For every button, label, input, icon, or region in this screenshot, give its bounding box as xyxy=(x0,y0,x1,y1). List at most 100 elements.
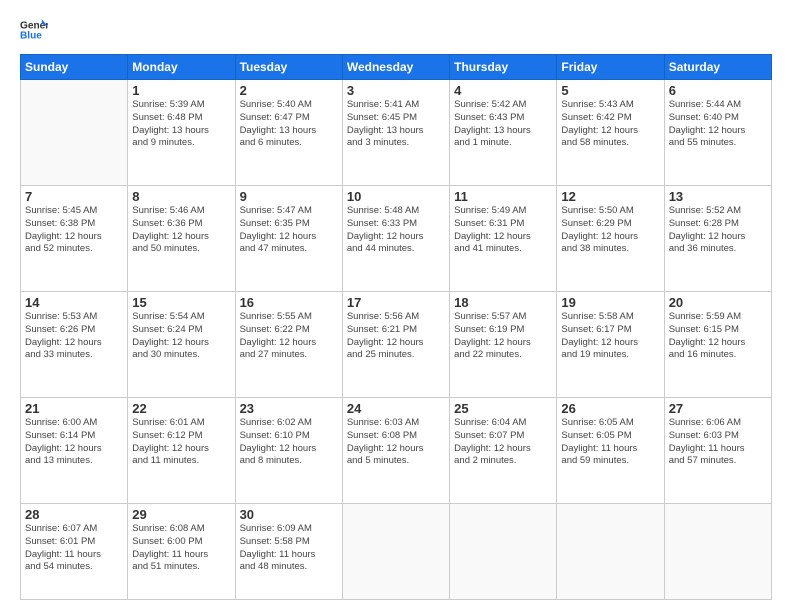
day-number: 21 xyxy=(25,401,123,416)
day-info: Sunrise: 5:39 AMSunset: 6:48 PMDaylight:… xyxy=(132,99,230,150)
weekday-wednesday: Wednesday xyxy=(342,55,449,80)
calendar-cell: 23Sunrise: 6:02 AMSunset: 6:10 PMDayligh… xyxy=(235,398,342,504)
day-info: Sunrise: 5:46 AMSunset: 6:36 PMDaylight:… xyxy=(132,205,230,256)
day-number: 19 xyxy=(561,295,659,310)
calendar-cell: 7Sunrise: 5:45 AMSunset: 6:38 PMDaylight… xyxy=(21,186,128,292)
day-info: Sunrise: 5:54 AMSunset: 6:24 PMDaylight:… xyxy=(132,311,230,362)
calendar-cell: 9Sunrise: 5:47 AMSunset: 6:35 PMDaylight… xyxy=(235,186,342,292)
day-number: 29 xyxy=(132,507,230,522)
day-info: Sunrise: 5:52 AMSunset: 6:28 PMDaylight:… xyxy=(669,205,767,256)
calendar-cell: 17Sunrise: 5:56 AMSunset: 6:21 PMDayligh… xyxy=(342,292,449,398)
day-number: 11 xyxy=(454,189,552,204)
day-info: Sunrise: 5:43 AMSunset: 6:42 PMDaylight:… xyxy=(561,99,659,150)
calendar-cell: 4Sunrise: 5:42 AMSunset: 6:43 PMDaylight… xyxy=(450,80,557,186)
calendar-cell: 3Sunrise: 5:41 AMSunset: 6:45 PMDaylight… xyxy=(342,80,449,186)
day-number: 30 xyxy=(240,507,338,522)
calendar-cell: 10Sunrise: 5:48 AMSunset: 6:33 PMDayligh… xyxy=(342,186,449,292)
day-number: 16 xyxy=(240,295,338,310)
calendar-cell: 19Sunrise: 5:58 AMSunset: 6:17 PMDayligh… xyxy=(557,292,664,398)
calendar-cell: 18Sunrise: 5:57 AMSunset: 6:19 PMDayligh… xyxy=(450,292,557,398)
calendar-cell: 8Sunrise: 5:46 AMSunset: 6:36 PMDaylight… xyxy=(128,186,235,292)
day-info: Sunrise: 6:04 AMSunset: 6:07 PMDaylight:… xyxy=(454,417,552,468)
day-number: 22 xyxy=(132,401,230,416)
day-number: 20 xyxy=(669,295,767,310)
day-info: Sunrise: 6:07 AMSunset: 6:01 PMDaylight:… xyxy=(25,523,123,574)
calendar-cell: 6Sunrise: 5:44 AMSunset: 6:40 PMDaylight… xyxy=(664,80,771,186)
day-number: 4 xyxy=(454,83,552,98)
day-info: Sunrise: 6:01 AMSunset: 6:12 PMDaylight:… xyxy=(132,417,230,468)
day-info: Sunrise: 6:03 AMSunset: 6:08 PMDaylight:… xyxy=(347,417,445,468)
day-info: Sunrise: 5:50 AMSunset: 6:29 PMDaylight:… xyxy=(561,205,659,256)
day-number: 3 xyxy=(347,83,445,98)
weekday-header-row: SundayMondayTuesdayWednesdayThursdayFrid… xyxy=(21,55,772,80)
calendar-cell xyxy=(664,504,771,600)
day-number: 14 xyxy=(25,295,123,310)
weekday-friday: Friday xyxy=(557,55,664,80)
day-info: Sunrise: 6:02 AMSunset: 6:10 PMDaylight:… xyxy=(240,417,338,468)
week-row-5: 28Sunrise: 6:07 AMSunset: 6:01 PMDayligh… xyxy=(21,504,772,600)
calendar-cell: 20Sunrise: 5:59 AMSunset: 6:15 PMDayligh… xyxy=(664,292,771,398)
calendar-cell: 12Sunrise: 5:50 AMSunset: 6:29 PMDayligh… xyxy=(557,186,664,292)
weekday-thursday: Thursday xyxy=(450,55,557,80)
week-row-1: 1Sunrise: 5:39 AMSunset: 6:48 PMDaylight… xyxy=(21,80,772,186)
calendar-cell: 29Sunrise: 6:08 AMSunset: 6:00 PMDayligh… xyxy=(128,504,235,600)
day-number: 18 xyxy=(454,295,552,310)
calendar-cell: 27Sunrise: 6:06 AMSunset: 6:03 PMDayligh… xyxy=(664,398,771,504)
day-number: 24 xyxy=(347,401,445,416)
logo-icon: General Blue xyxy=(20,16,48,44)
day-number: 6 xyxy=(669,83,767,98)
calendar-cell xyxy=(450,504,557,600)
day-info: Sunrise: 5:59 AMSunset: 6:15 PMDaylight:… xyxy=(669,311,767,362)
day-info: Sunrise: 6:09 AMSunset: 5:58 PMDaylight:… xyxy=(240,523,338,574)
day-number: 5 xyxy=(561,83,659,98)
calendar-cell: 15Sunrise: 5:54 AMSunset: 6:24 PMDayligh… xyxy=(128,292,235,398)
day-number: 7 xyxy=(25,189,123,204)
calendar-cell: 2Sunrise: 5:40 AMSunset: 6:47 PMDaylight… xyxy=(235,80,342,186)
day-info: Sunrise: 5:55 AMSunset: 6:22 PMDaylight:… xyxy=(240,311,338,362)
day-info: Sunrise: 5:48 AMSunset: 6:33 PMDaylight:… xyxy=(347,205,445,256)
day-info: Sunrise: 5:44 AMSunset: 6:40 PMDaylight:… xyxy=(669,99,767,150)
day-info: Sunrise: 5:42 AMSunset: 6:43 PMDaylight:… xyxy=(454,99,552,150)
calendar-cell: 26Sunrise: 6:05 AMSunset: 6:05 PMDayligh… xyxy=(557,398,664,504)
day-info: Sunrise: 6:05 AMSunset: 6:05 PMDaylight:… xyxy=(561,417,659,468)
day-number: 27 xyxy=(669,401,767,416)
day-info: Sunrise: 5:58 AMSunset: 6:17 PMDaylight:… xyxy=(561,311,659,362)
day-number: 13 xyxy=(669,189,767,204)
calendar-cell xyxy=(557,504,664,600)
logo: General Blue xyxy=(20,16,48,44)
calendar-cell: 25Sunrise: 6:04 AMSunset: 6:07 PMDayligh… xyxy=(450,398,557,504)
day-info: Sunrise: 5:40 AMSunset: 6:47 PMDaylight:… xyxy=(240,99,338,150)
day-number: 25 xyxy=(454,401,552,416)
calendar-cell: 21Sunrise: 6:00 AMSunset: 6:14 PMDayligh… xyxy=(21,398,128,504)
calendar-cell: 13Sunrise: 5:52 AMSunset: 6:28 PMDayligh… xyxy=(664,186,771,292)
day-info: Sunrise: 5:49 AMSunset: 6:31 PMDaylight:… xyxy=(454,205,552,256)
day-info: Sunrise: 6:06 AMSunset: 6:03 PMDaylight:… xyxy=(669,417,767,468)
day-info: Sunrise: 6:08 AMSunset: 6:00 PMDaylight:… xyxy=(132,523,230,574)
day-number: 15 xyxy=(132,295,230,310)
weekday-sunday: Sunday xyxy=(21,55,128,80)
day-number: 2 xyxy=(240,83,338,98)
day-number: 12 xyxy=(561,189,659,204)
day-number: 1 xyxy=(132,83,230,98)
calendar-cell xyxy=(342,504,449,600)
day-number: 8 xyxy=(132,189,230,204)
day-info: Sunrise: 5:45 AMSunset: 6:38 PMDaylight:… xyxy=(25,205,123,256)
day-info: Sunrise: 6:00 AMSunset: 6:14 PMDaylight:… xyxy=(25,417,123,468)
calendar-cell: 30Sunrise: 6:09 AMSunset: 5:58 PMDayligh… xyxy=(235,504,342,600)
calendar-cell: 11Sunrise: 5:49 AMSunset: 6:31 PMDayligh… xyxy=(450,186,557,292)
calendar-cell: 1Sunrise: 5:39 AMSunset: 6:48 PMDaylight… xyxy=(128,80,235,186)
day-number: 28 xyxy=(25,507,123,522)
weekday-monday: Monday xyxy=(128,55,235,80)
svg-text:Blue: Blue xyxy=(20,31,42,42)
week-row-4: 21Sunrise: 6:00 AMSunset: 6:14 PMDayligh… xyxy=(21,398,772,504)
day-number: 26 xyxy=(561,401,659,416)
week-row-2: 7Sunrise: 5:45 AMSunset: 6:38 PMDaylight… xyxy=(21,186,772,292)
day-info: Sunrise: 5:47 AMSunset: 6:35 PMDaylight:… xyxy=(240,205,338,256)
day-number: 23 xyxy=(240,401,338,416)
calendar-cell: 16Sunrise: 5:55 AMSunset: 6:22 PMDayligh… xyxy=(235,292,342,398)
calendar-cell: 5Sunrise: 5:43 AMSunset: 6:42 PMDaylight… xyxy=(557,80,664,186)
calendar-cell: 22Sunrise: 6:01 AMSunset: 6:12 PMDayligh… xyxy=(128,398,235,504)
calendar: SundayMondayTuesdayWednesdayThursdayFrid… xyxy=(20,54,772,600)
week-row-3: 14Sunrise: 5:53 AMSunset: 6:26 PMDayligh… xyxy=(21,292,772,398)
day-number: 10 xyxy=(347,189,445,204)
